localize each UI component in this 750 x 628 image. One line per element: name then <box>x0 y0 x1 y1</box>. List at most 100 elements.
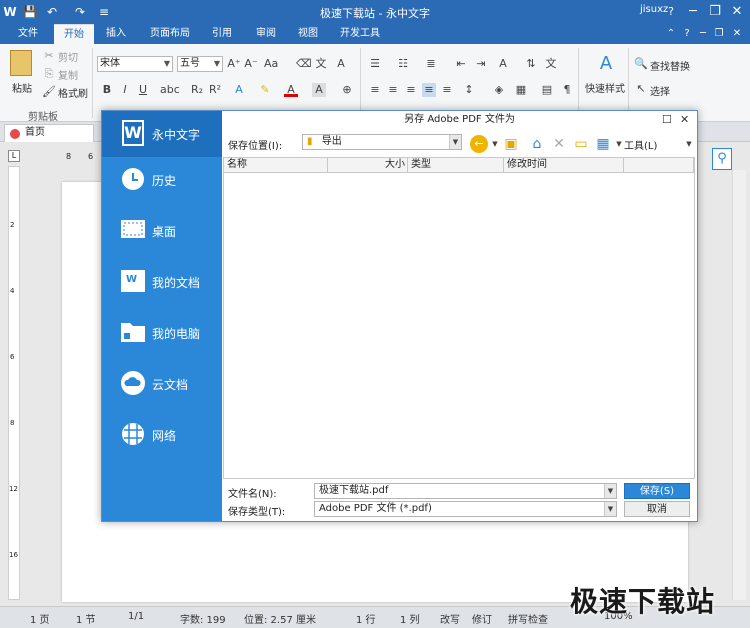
select-icon[interactable]: ↖ <box>634 82 648 96</box>
tab-file[interactable]: 文件 <box>8 24 48 44</box>
phonetic-icon[interactable]: 文 <box>314 57 328 71</box>
nav-my-computer[interactable]: 我的电脑 <box>102 310 222 356</box>
justify-icon[interactable]: ≡ <box>422 83 436 97</box>
chevron-down-icon[interactable]: ▼ <box>488 137 502 151</box>
vertical-scrollbar[interactable] <box>732 170 746 600</box>
filetype-select[interactable]: Adobe PDF 文件 (*.pdf) ▼ <box>314 501 617 517</box>
show-marks-icon[interactable]: ¶ <box>560 83 574 97</box>
nav-history[interactable]: 历史 <box>102 157 222 203</box>
view-mode-icon[interactable]: ▦ <box>594 135 612 153</box>
doc-close-icon[interactable]: ✕ <box>730 24 744 44</box>
status-revise[interactable]: 修订 <box>472 611 492 626</box>
subscript-icon[interactable]: R₂ <box>190 83 204 97</box>
status-spellcheck[interactable]: 拼写检查 <box>508 611 548 626</box>
dialog-maximize-icon[interactable]: ☐ <box>662 113 672 126</box>
paragraph-shading-icon[interactable]: ◈ <box>492 83 506 97</box>
status-overwrite[interactable]: 改写 <box>440 611 460 626</box>
ribbon-help-icon[interactable]: ? <box>680 24 694 44</box>
borders-icon[interactable]: ▦ <box>514 83 528 97</box>
distributed-icon[interactable]: ≡ <box>440 83 454 97</box>
column-header-modified[interactable]: 修改时间 <box>504 158 624 173</box>
paste-icon[interactable] <box>10 50 32 76</box>
text-direction-icon[interactable]: A <box>496 57 510 71</box>
file-list[interactable]: 名称 大小 类型 修改时间 <box>223 157 695 479</box>
filename-input[interactable]: 极速下载站.pdf ▼ <box>314 483 617 499</box>
tab-review[interactable]: 审阅 <box>248 24 284 44</box>
tab-page-layout[interactable]: 页面布局 <box>144 24 196 44</box>
align-center-icon[interactable]: ≡ <box>386 83 400 97</box>
tab-references[interactable]: 引用 <box>204 24 240 44</box>
copy-icon[interactable]: ⎘ <box>42 67 56 81</box>
numbering-icon[interactable]: ☷ <box>396 57 410 71</box>
tab-home[interactable]: 开始 <box>54 24 94 44</box>
italic-icon[interactable]: I <box>118 83 132 97</box>
format-painter-button[interactable]: 格式刷 <box>58 85 88 100</box>
bullets-icon[interactable]: ☰ <box>368 57 382 71</box>
cut-button[interactable]: 剪切 <box>58 49 78 64</box>
nav-my-documents[interactable]: W 我的文档 <box>102 259 222 305</box>
chevron-down-icon[interactable]: ▼ <box>682 137 696 151</box>
find-icon[interactable]: 🔍 <box>634 57 648 71</box>
asian-layout-icon[interactable]: 文 <box>544 57 558 71</box>
font-size-select[interactable]: 五号 ▼ <box>177 56 223 72</box>
font-color-icon[interactable]: A <box>284 83 298 97</box>
font-name-select[interactable]: 宋体 ▼ <box>97 56 173 72</box>
multilevel-list-icon[interactable]: ≣ <box>424 57 438 71</box>
nav-cloud-docs[interactable]: 云文档 <box>102 361 222 407</box>
line-spacing-icon[interactable]: ↕ <box>462 83 476 97</box>
dialog-close-icon[interactable]: ✕ <box>680 113 689 126</box>
location-pin-icon[interactable]: ⚲ <box>712 148 732 170</box>
shrink-font-icon[interactable]: A⁻ <box>244 57 258 71</box>
column-header-name[interactable]: 名称 <box>224 158 328 173</box>
tools-menu[interactable]: 工具(L) <box>624 137 657 152</box>
tab-developer[interactable]: 开发工具 <box>334 24 386 44</box>
home-folder-icon[interactable]: ⌂ <box>528 135 546 153</box>
increase-indent-icon[interactable]: ⇥ <box>474 57 488 71</box>
help-icon[interactable]: ? <box>660 0 682 24</box>
new-folder-icon[interactable]: ▭ <box>572 135 590 153</box>
grow-font-icon[interactable]: A⁺ <box>227 57 241 71</box>
paste-button[interactable]: 粘贴 <box>12 80 32 95</box>
nav-network[interactable]: 网络 <box>102 412 222 458</box>
clear-format-icon[interactable]: ⌫ <box>296 57 312 71</box>
format-painter-icon[interactable]: 🖌 <box>42 85 56 99</box>
minimize-icon[interactable]: ─ <box>682 0 704 24</box>
align-right-icon[interactable]: ≡ <box>404 83 418 97</box>
column-header-type[interactable]: 类型 <box>408 158 504 173</box>
nav-desktop[interactable]: 桌面 <box>102 208 222 254</box>
back-icon[interactable]: ← <box>470 135 488 153</box>
cut-icon[interactable]: ✂ <box>42 49 56 63</box>
align-left-icon[interactable]: ≡ <box>368 83 382 97</box>
copy-button[interactable]: 复制 <box>58 67 78 82</box>
select-button[interactable]: 选择 <box>650 83 670 98</box>
maximize-icon[interactable]: ❐ <box>704 0 726 24</box>
quick-styles-button[interactable]: 快速样式 <box>585 80 625 95</box>
sort-icon[interactable]: ⇅ <box>524 57 538 71</box>
char-border-icon[interactable]: A <box>334 57 348 71</box>
strikethrough-icon[interactable]: abc <box>160 83 180 97</box>
doc-restore-icon[interactable]: ❐ <box>712 24 726 44</box>
enclose-char-icon[interactable]: ⊕ <box>340 83 354 97</box>
save-button[interactable]: 保存(S) <box>624 483 690 499</box>
collapse-ribbon-icon[interactable]: ⌃ <box>664 24 678 44</box>
tab-view[interactable]: 视图 <box>290 24 326 44</box>
tab-insert[interactable]: 插入 <box>98 24 134 44</box>
highlight-icon[interactable]: ✎ <box>258 83 272 97</box>
up-folder-icon[interactable]: ▣ <box>502 135 520 153</box>
text-effect-icon[interactable]: A <box>232 83 246 97</box>
char-shading-icon[interactable]: A <box>312 83 326 97</box>
find-replace-button[interactable]: 查找替换 <box>650 58 690 73</box>
delete-icon[interactable]: ✕ <box>550 135 568 153</box>
change-case-icon[interactable]: Aa <box>264 57 278 71</box>
location-select[interactable]: ▮ 导出 ▼ <box>302 134 462 150</box>
decrease-indent-icon[interactable]: ⇤ <box>454 57 468 71</box>
underline-icon[interactable]: U <box>136 83 150 97</box>
column-header-size[interactable]: 大小 <box>328 158 408 173</box>
quick-styles-icon[interactable]: A <box>594 52 618 76</box>
doc-tab-home[interactable]: 首页 <box>4 124 94 142</box>
close-icon[interactable]: ✕ <box>726 0 748 24</box>
tab-stop-selector[interactable]: L <box>8 150 20 162</box>
table-grid-icon[interactable]: ▤ <box>540 83 554 97</box>
bold-icon[interactable]: B <box>100 83 114 97</box>
superscript-icon[interactable]: R² <box>208 83 222 97</box>
